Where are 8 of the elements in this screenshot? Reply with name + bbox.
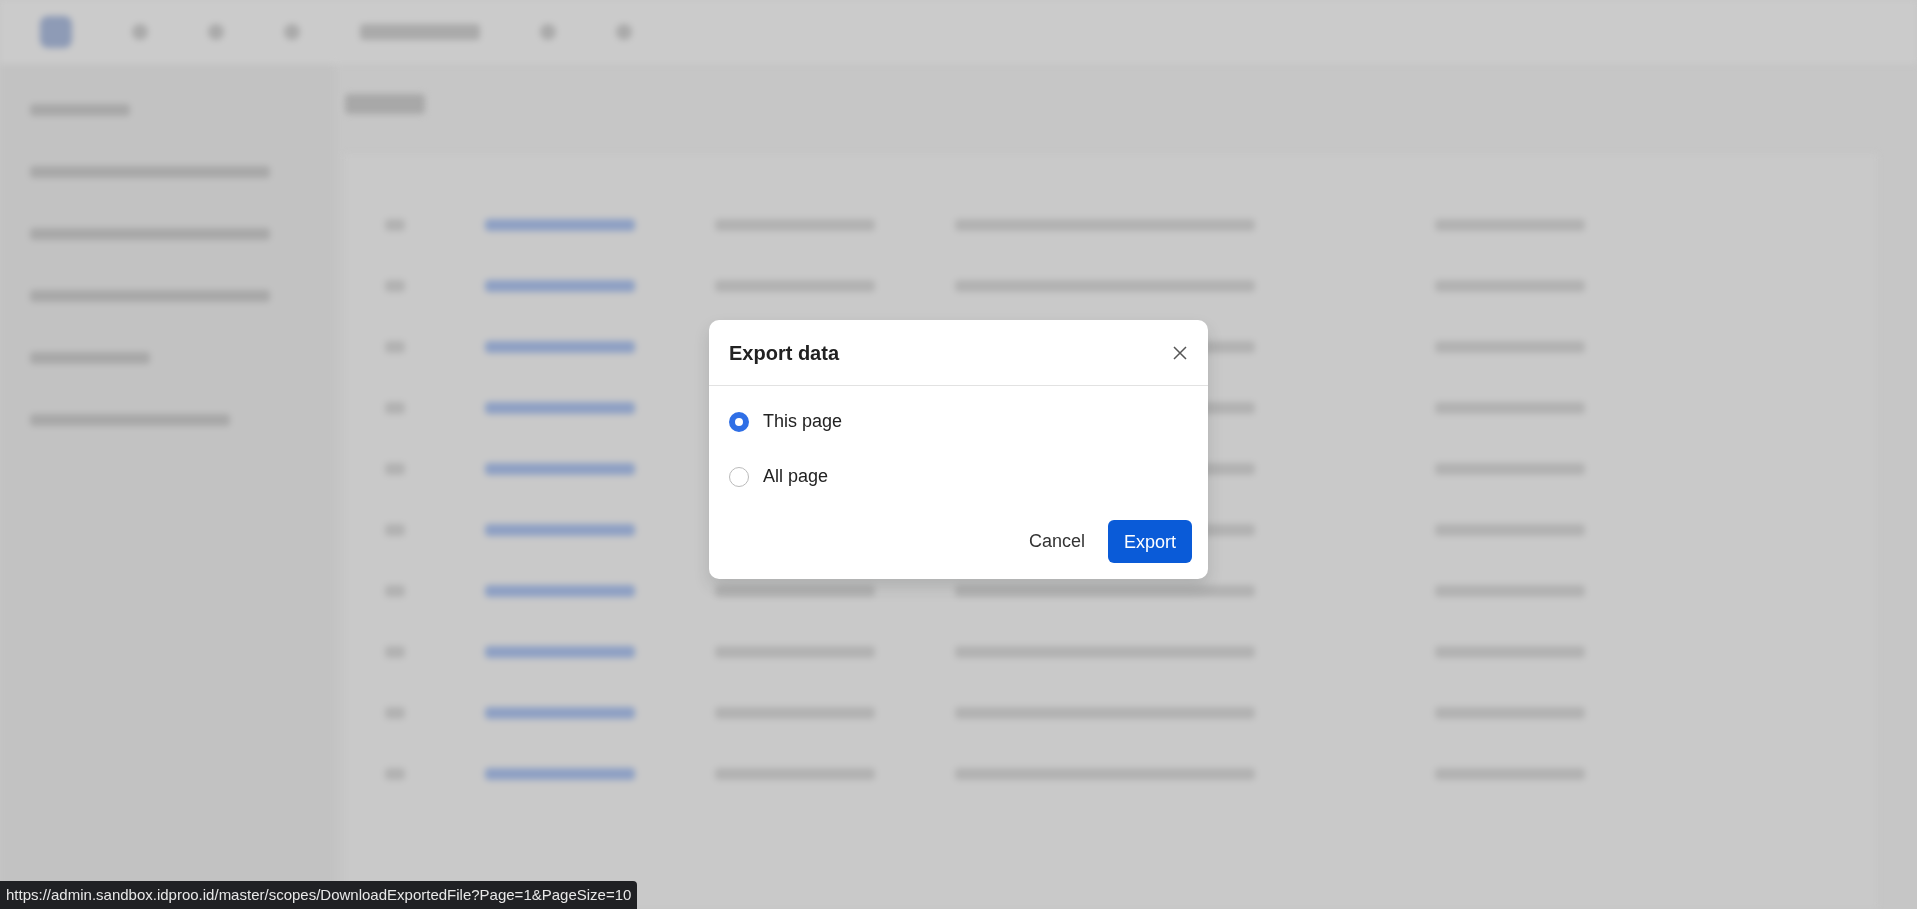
radio-option[interactable]: This page <box>709 394 1208 449</box>
cancel-button[interactable]: Cancel <box>1013 520 1100 563</box>
dialog-title: Export data <box>729 340 840 366</box>
status-bar-url: https://admin.sandbox.idproo.id/master/scopes/DownloadExportedFile?Page=1&PageSize=10 <box>0 880 638 909</box>
close-icon[interactable] <box>1172 344 1188 361</box>
radio-option[interactable]: All page <box>709 449 1208 504</box>
radio-button[interactable] <box>729 411 749 432</box>
export-button[interactable]: Export <box>1108 520 1192 563</box>
